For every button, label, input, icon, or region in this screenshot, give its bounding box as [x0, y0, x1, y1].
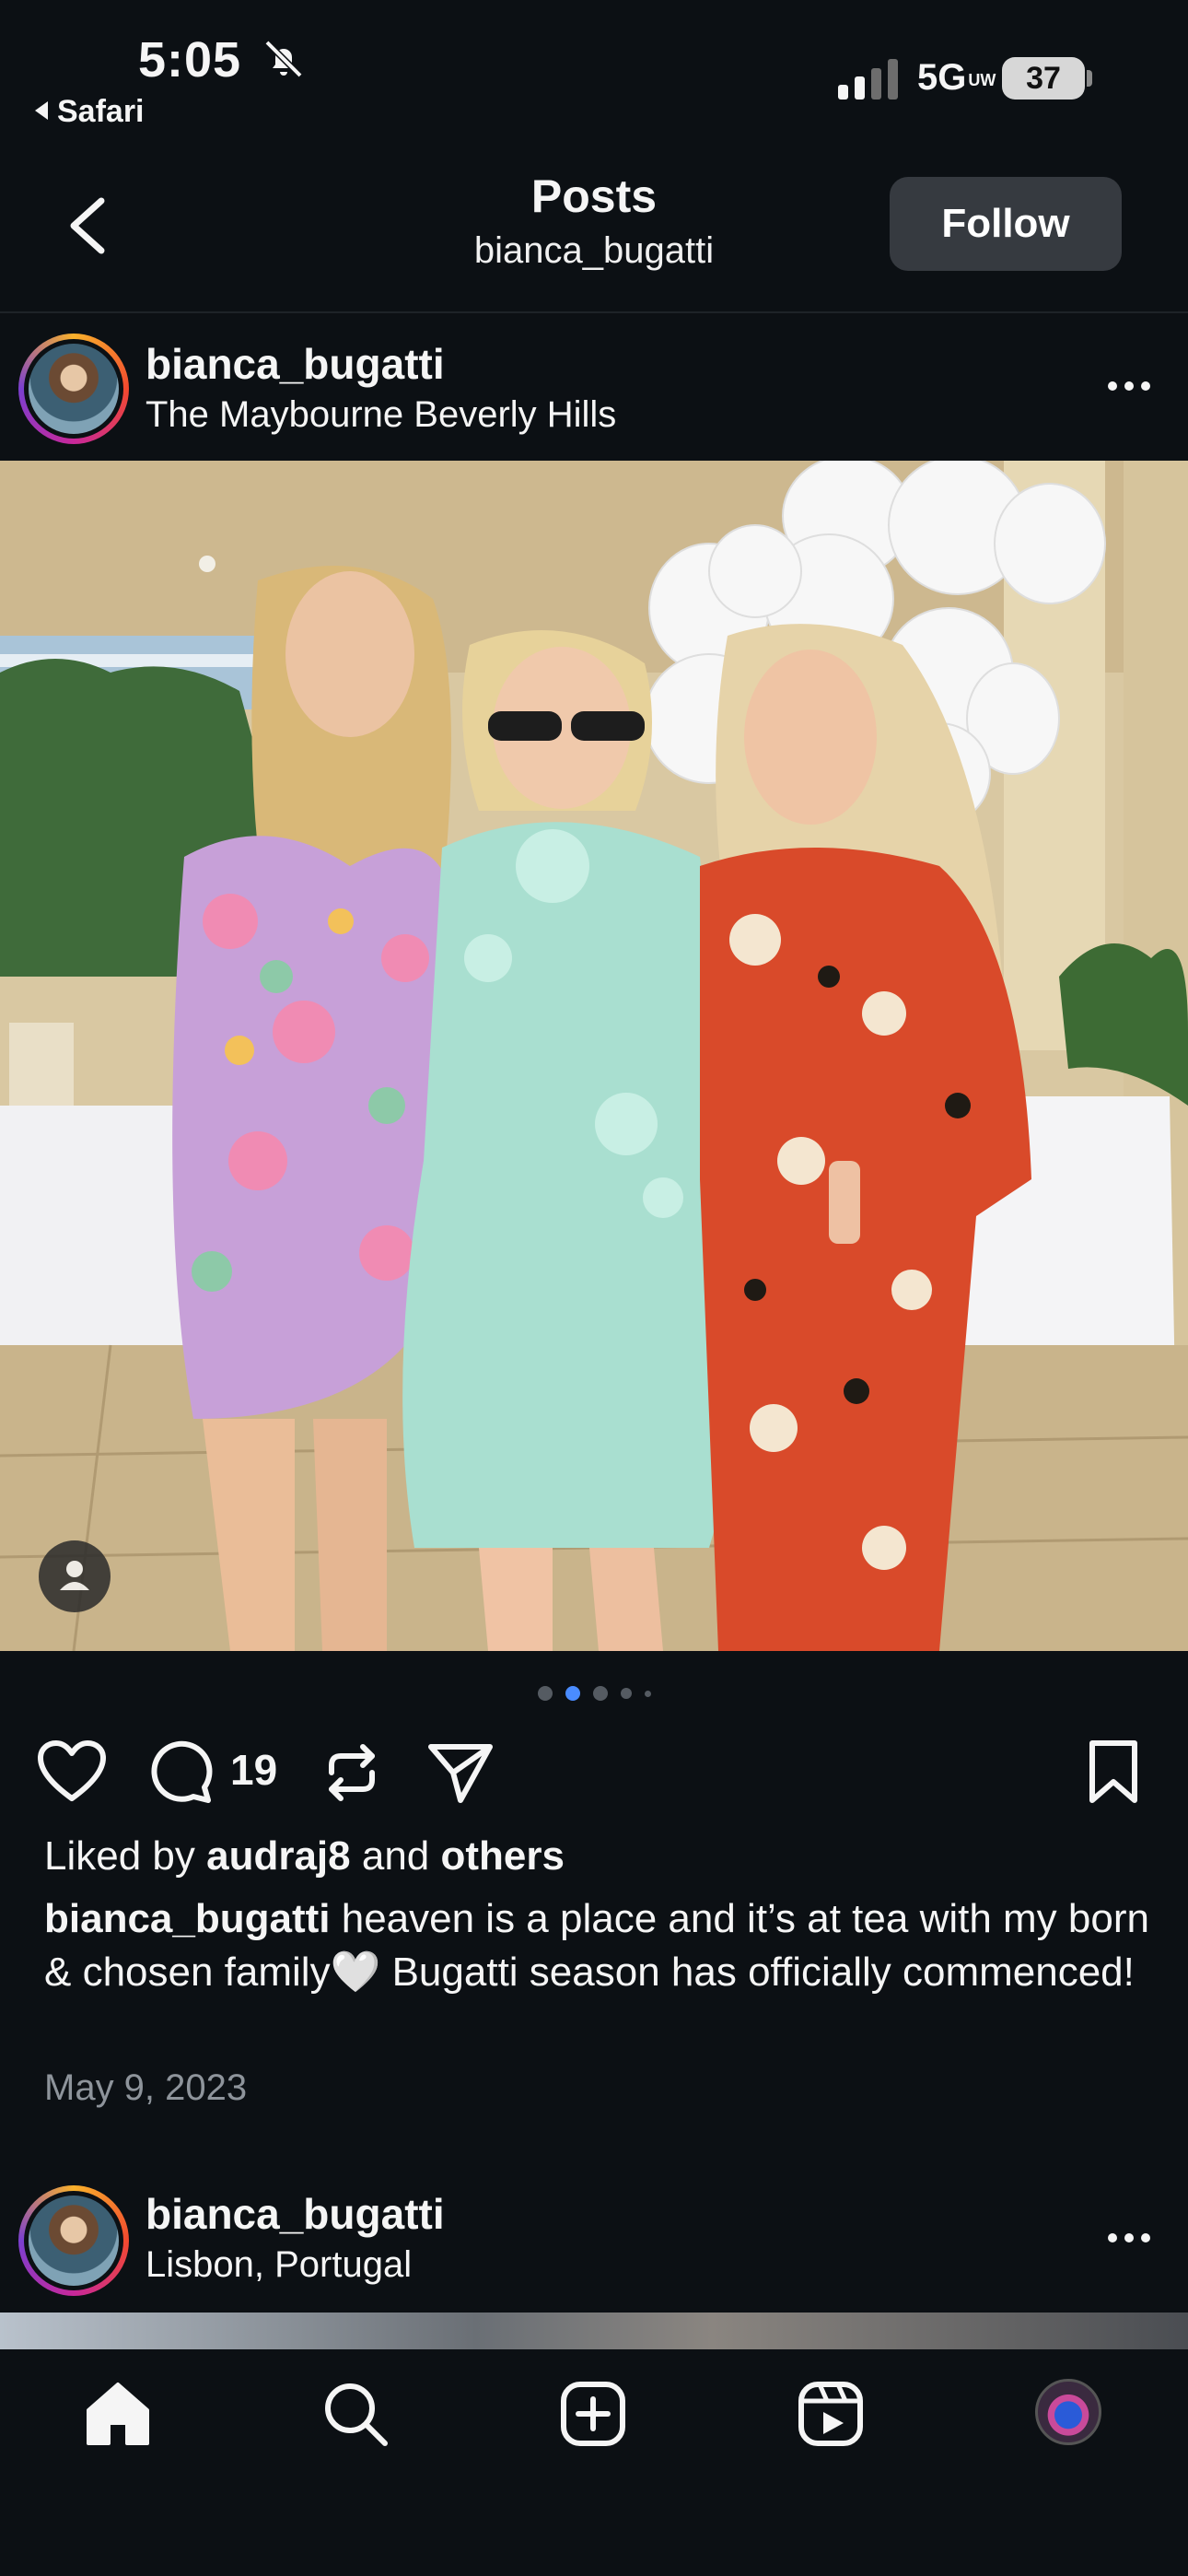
post-header: bianca_bugatti The Maybourne Beverly Hil…: [0, 313, 1188, 461]
back-app-label: Safari: [57, 94, 145, 129]
more-icon[interactable]: [1101, 2224, 1157, 2252]
likes-others[interactable]: others: [441, 1833, 565, 1879]
post-username[interactable]: bianca_bugatti: [146, 339, 445, 389]
carousel-dot: [644, 1690, 651, 1697]
signal-icon: [838, 59, 898, 100]
more-icon[interactable]: [1101, 372, 1157, 400]
gift-box: [9, 1023, 74, 1106]
carousel-dot-active: [565, 1686, 580, 1701]
post-actions: 19: [0, 1732, 1188, 1824]
caption-username[interactable]: bianca_bugatti: [44, 1896, 331, 1941]
bottom-tab-bar: [0, 2349, 1188, 2576]
carousel-dot: [537, 1686, 553, 1701]
user-tag-icon[interactable]: [39, 1540, 111, 1612]
follow-button[interactable]: Follow: [890, 177, 1122, 271]
post-date: May 9, 2023: [44, 2067, 248, 2108]
next-post-location[interactable]: Lisbon, Portugal: [146, 2244, 412, 2286]
likes-summary[interactable]: Liked by audraj8 and others: [44, 1833, 565, 1879]
bell-off-icon: [264, 40, 303, 78]
next-avatar-frame: [24, 2191, 123, 2290]
back-triangle-icon: [35, 101, 48, 120]
carousel-dot: [592, 1686, 608, 1701]
user-tag-glyph: [60, 1561, 89, 1590]
network-label: 5G: [917, 57, 967, 98]
avatar-frame: [24, 339, 123, 439]
status-bar: 5:05 Safari 5G UW 37: [0, 0, 1188, 147]
search-icon[interactable]: [319, 2377, 392, 2451]
table-left: [0, 1106, 184, 1364]
next-post-username[interactable]: bianca_bugatti: [146, 2189, 445, 2239]
likes-user[interactable]: audraj8: [206, 1833, 351, 1879]
next-post-photo-peek[interactable]: [0, 2313, 1188, 2349]
next-avatar-image: [29, 2195, 119, 2286]
post-location[interactable]: The Maybourne Beverly Hills: [146, 394, 616, 436]
nav-header: Posts bianca_bugatti Follow: [0, 147, 1188, 313]
battery-tip: [1087, 70, 1092, 87]
repost-icon[interactable]: [319, 1739, 385, 1806]
carousel-indicator: [0, 1684, 1188, 1703]
back-to-safari-link[interactable]: Safari: [35, 94, 145, 130]
heart-icon[interactable]: [37, 1739, 107, 1804]
reels-icon[interactable]: [794, 2377, 868, 2451]
next-post-avatar[interactable]: [18, 2185, 129, 2296]
likes-mid: and: [350, 1833, 441, 1879]
avatar-image: [29, 344, 119, 434]
profile-icon[interactable]: [1035, 2379, 1101, 2445]
person-middle: [402, 630, 742, 1651]
status-time: 5:05: [138, 32, 242, 88]
post-photo[interactable]: [0, 461, 1188, 1651]
ceiling-light: [199, 556, 215, 572]
avatar[interactable]: [18, 334, 129, 444]
network-indicator: 5G UW: [917, 57, 996, 99]
carousel-dot: [620, 1688, 632, 1699]
battery-indicator: 37: [1002, 57, 1085, 100]
create-icon[interactable]: [556, 2377, 630, 2451]
likes-prefix: Liked by: [44, 1833, 207, 1879]
comment-count[interactable]: 19: [230, 1745, 277, 1795]
home-icon[interactable]: [81, 2377, 155, 2451]
next-post-header: bianca_bugatti Lisbon, Portugal: [0, 2176, 1188, 2314]
bookmark-icon[interactable]: [1085, 1738, 1142, 1806]
post-photo-illustration: [0, 461, 1188, 1651]
comment-icon[interactable]: [147, 1739, 214, 1806]
network-sub-label: UW: [968, 71, 996, 89]
post-caption: bianca_bugatti heaven is a place and it’…: [44, 1892, 1149, 1999]
share-icon[interactable]: [425, 1739, 495, 1806]
